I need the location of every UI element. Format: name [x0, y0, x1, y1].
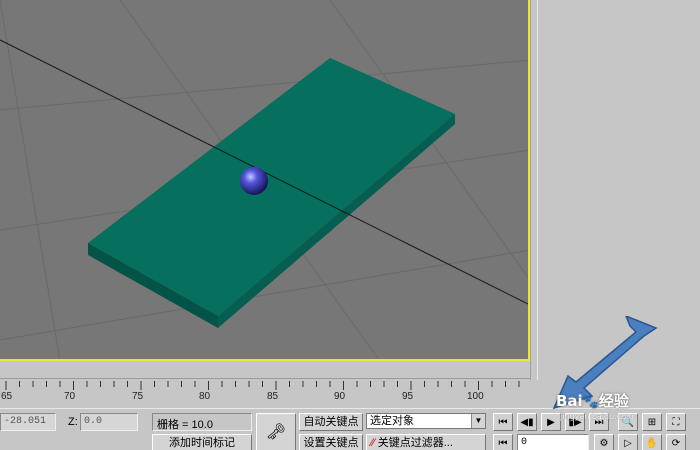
field-of-view-icon[interactable]: ▷ [618, 434, 638, 450]
key-mode-toggle-icon[interactable]: ⏮ [493, 434, 513, 450]
watermark-url: jingyan.baidu.com [560, 412, 634, 421]
prev-frame-icon[interactable]: ◀▮ [517, 413, 537, 431]
key-icon: 🗝 [265, 424, 287, 441]
curve-icon: ⁄⁄ [371, 437, 375, 449]
pan-hand-icon[interactable]: ✋ [642, 434, 662, 450]
command-panel [530, 0, 700, 380]
sphere-object[interactable] [240, 167, 268, 195]
key-filters-label: 关键点过滤器... [377, 437, 453, 449]
play-icon[interactable]: ▶ [541, 413, 561, 431]
current-frame-field[interactable]: 0 [517, 434, 589, 450]
zoom-all-icon[interactable]: ⊞ [642, 413, 662, 431]
viewport-scene [0, 0, 528, 359]
timeline-tick-label: 95 [402, 391, 414, 402]
watermark-logo: Bai🐾经验 [556, 392, 629, 410]
selection-dropdown-value: 选定对象 [370, 415, 414, 427]
z-coordinate-label: Z: [68, 416, 78, 428]
timeline-tick-label: 90 [334, 391, 346, 402]
z-coordinate-field[interactable]: 0.0 [80, 413, 138, 431]
auto-key-button[interactable]: 自动关键点 [299, 413, 363, 431]
time-config-icon[interactable]: ⚙ [594, 434, 614, 450]
selection-dropdown[interactable]: 选定对象 ▼ [366, 413, 486, 429]
grid-size-display: 栅格 = 10.0 [152, 413, 252, 431]
timeline-tick-label: 80 [199, 391, 211, 402]
orbit-icon[interactable]: ⟳ [666, 434, 686, 450]
key-filters-button[interactable]: ⁄⁄ 关键点过滤器... [366, 434, 486, 450]
set-key-mode-button[interactable]: 设置关键点 [299, 434, 363, 450]
set-key-button-large[interactable]: 🗝 [256, 413, 296, 450]
x-coordinate-field[interactable]: -28.051 [0, 413, 56, 431]
timeline-tick-label: 70 [64, 391, 76, 402]
timeline-tick-label: 85 [267, 391, 279, 402]
perspective-viewport[interactable] [0, 0, 530, 361]
add-time-tag-button[interactable]: 添加时间标记 [152, 434, 252, 450]
timeline-tick-label: 100 [467, 391, 484, 402]
goto-start-icon[interactable]: ⏮ [493, 413, 513, 431]
chevron-down-icon: ▼ [471, 414, 485, 428]
timeline-tick-label: 65 [1, 391, 13, 402]
command-panel-body [537, 0, 700, 380]
zoom-extents-icon[interactable]: ⛶ [666, 413, 686, 431]
timeline-ruler [5, 381, 520, 390]
timeline-tick-label: 75 [132, 391, 144, 402]
time-slider-track[interactable]: 65 70 75 80 85 90 95 100 [0, 378, 530, 408]
